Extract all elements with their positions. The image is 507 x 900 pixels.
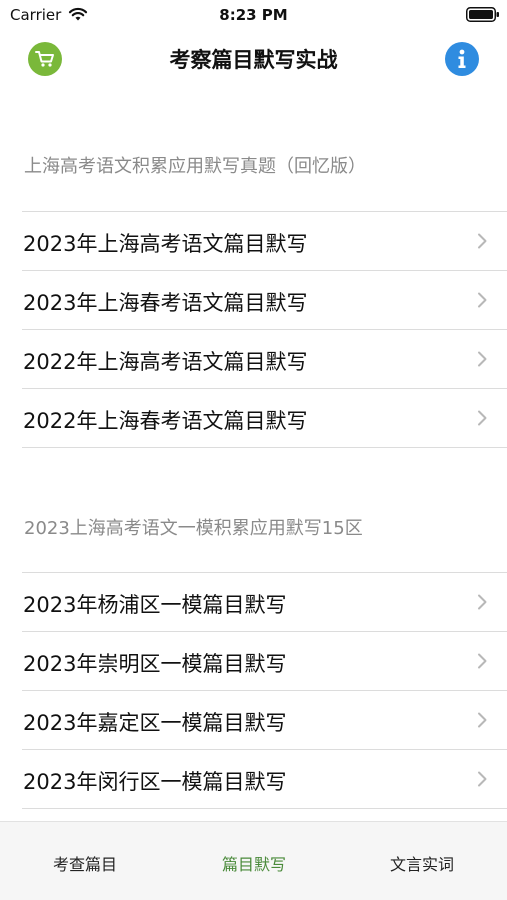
- chevron-right-icon: [478, 351, 487, 367]
- section-header-yimo: 2023上海高考语文一模积累应用默写15区: [24, 518, 363, 539]
- list-item[interactable]: 2023年崇明区一模篇目默写: [22, 631, 507, 690]
- list-item-label: 2022年上海春考语文篇目默写: [23, 409, 308, 433]
- list-item-label: 2023年上海高考语文篇目默写: [23, 232, 308, 256]
- tab-kaocha-pianmu[interactable]: 考查篇目: [25, 851, 145, 875]
- list-item-label: 2022年上海高考语文篇目默写: [23, 350, 308, 374]
- chevron-right-icon: [478, 233, 487, 249]
- battery-icon: [466, 7, 499, 22]
- chevron-right-icon: [478, 653, 487, 669]
- list-item[interactable]: 2023年嘉定区一模篇目默写: [22, 690, 507, 749]
- info-icon: [458, 49, 466, 68]
- tab-wenyan-shici[interactable]: 文言实词: [362, 851, 482, 875]
- chevron-right-icon: [478, 712, 487, 728]
- list-item[interactable]: 2023年上海高考语文篇目默写: [22, 211, 507, 270]
- chevron-right-icon: [478, 594, 487, 610]
- list-item-label: 2023年上海春考语文篇目默写: [23, 291, 308, 315]
- list-item-label: 2023年杨浦区一模篇目默写: [23, 593, 287, 617]
- clock: 8:23 PM: [219, 6, 288, 24]
- list-yimo: 2023年杨浦区一模篇目默写 2023年崇明区一模篇目默写 2023年嘉定区一模…: [22, 572, 507, 809]
- list-gaokao-real: 2023年上海高考语文篇目默写 2023年上海春考语文篇目默写 2022年上海高…: [22, 211, 507, 448]
- list-item-label: 2023年崇明区一模篇目默写: [23, 652, 287, 676]
- list-item[interactable]: 2022年上海高考语文篇目默写: [22, 329, 507, 388]
- status-bar: Carrier 8:23 PM: [0, 0, 507, 30]
- chevron-right-icon: [478, 410, 487, 426]
- page-title: 考察篇目默写实战: [169, 48, 338, 72]
- navigation-bar: 考察篇目默写实战: [0, 30, 507, 85]
- info-button[interactable]: [445, 42, 479, 76]
- chevron-right-icon: [478, 292, 487, 308]
- list-item[interactable]: 2022年上海春考语文篇目默写: [22, 388, 507, 448]
- section-header-gaokao-real: 上海高考语文积累应用默写真题（回忆版）: [24, 156, 366, 177]
- list-item-label: 2023年闵行区一模篇目默写: [23, 770, 287, 794]
- chevron-right-icon: [478, 771, 487, 787]
- list-item-label: 2023年嘉定区一模篇目默写: [23, 711, 287, 735]
- list-item[interactable]: 2023年上海春考语文篇目默写: [22, 270, 507, 329]
- list-item[interactable]: 2023年杨浦区一模篇目默写: [22, 572, 507, 631]
- tab-pianmu-moxie[interactable]: 篇目默写: [194, 851, 314, 875]
- tab-bar: 考查篇目 篇目默写 文言实词: [0, 821, 507, 900]
- list-item[interactable]: 2023年闵行区一模篇目默写: [22, 749, 507, 809]
